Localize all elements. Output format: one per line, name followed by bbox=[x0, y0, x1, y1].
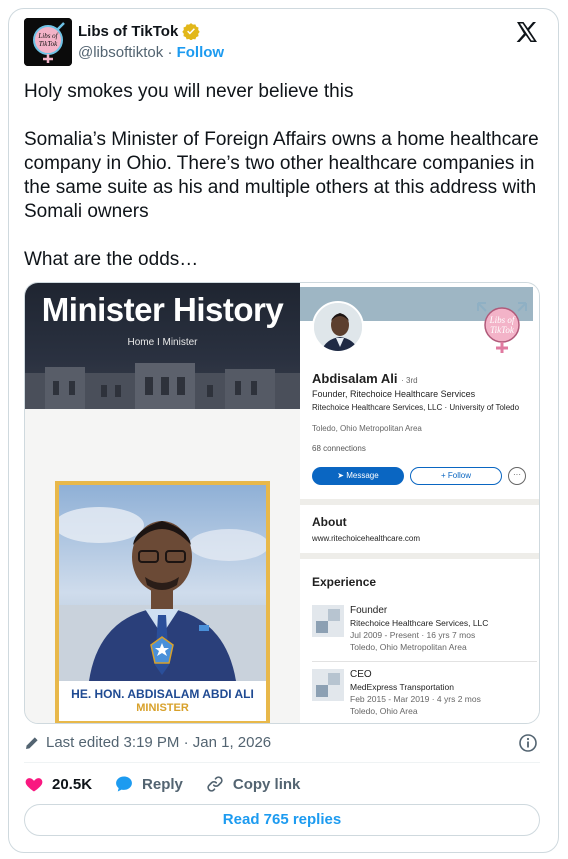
copy-link-button[interactable]: Copy link bbox=[205, 774, 301, 794]
svg-text:TikTok: TikTok bbox=[490, 325, 515, 335]
section-divider bbox=[300, 499, 539, 505]
building-silhouette bbox=[25, 363, 300, 409]
like-count[interactable]: 20.5K bbox=[52, 776, 92, 793]
linkedin-message-button: ➤ Message bbox=[312, 467, 404, 485]
linkedin-location: Toledo, Ohio Metropolitan Area bbox=[312, 424, 422, 433]
tweet-text: Holy smokes you will never believe this … bbox=[24, 80, 544, 272]
experience-location: Toledo, Ohio Area bbox=[350, 706, 418, 716]
author-handle[interactable]: @libsoftiktok bbox=[78, 44, 163, 61]
reply-button[interactable]: Reply bbox=[114, 774, 183, 794]
experience-company: MedExpress Transportation bbox=[350, 682, 454, 692]
author-name-row[interactable]: Libs of TikTok bbox=[78, 22, 200, 40]
read-replies-button[interactable]: Read 765 replies bbox=[24, 804, 540, 836]
linkedin-experience-heading: Experience bbox=[312, 575, 377, 589]
minister-portrait bbox=[59, 485, 266, 681]
linkedin-about-heading: About bbox=[312, 515, 347, 529]
tweet-media-image[interactable]: Minister History Home I Minister HE. HON… bbox=[24, 282, 540, 724]
reply-icon bbox=[116, 776, 132, 792]
verified-icon bbox=[182, 23, 200, 40]
heart-icon bbox=[25, 778, 43, 792]
author-avatar[interactable]: Libs of TikTok bbox=[24, 18, 72, 66]
info-icon[interactable] bbox=[518, 733, 538, 753]
experience-divider bbox=[312, 661, 537, 662]
handle-separator: · bbox=[167, 44, 173, 61]
linkedin-profile-panel: Libs of TikTok Abdisalam Ali · 3rd Found… bbox=[300, 283, 539, 723]
linkedin-about-url: www.ritechoicehealthcare.com bbox=[312, 534, 421, 543]
edited-timestamp[interactable]: Last edited 3:19 PM · Jan 1, 2026 bbox=[24, 734, 271, 751]
minister-page-panel: Minister History Home I Minister HE. HON… bbox=[25, 283, 300, 723]
x-logo-icon[interactable] bbox=[515, 20, 539, 44]
tweet-paragraph: Holy smokes you will never believe this bbox=[24, 81, 354, 102]
company-logo-icon bbox=[312, 605, 344, 637]
reply-label[interactable]: Reply bbox=[142, 776, 183, 793]
linkedin-degree: · 3rd bbox=[401, 376, 418, 385]
minister-caption: HE. HON. ABDISALAM ABDI ALI MINISTER bbox=[59, 681, 266, 721]
follow-button[interactable]: Follow bbox=[177, 44, 225, 61]
experience-dates: Feb 2015 - Mar 2019 · 4 yrs 2 mos bbox=[350, 694, 481, 704]
minister-breadcrumb: Home I Minister bbox=[127, 337, 198, 348]
experience-dates: Jul 2009 - Present · 16 yrs 7 mos bbox=[350, 630, 476, 640]
company-logo-icon bbox=[312, 669, 344, 701]
section-divider bbox=[300, 553, 539, 559]
pencil-icon bbox=[26, 736, 38, 749]
linkedin-more-button: ··· bbox=[508, 467, 526, 485]
like-button[interactable]: 20.5K bbox=[24, 774, 92, 794]
experience-title: Founder bbox=[350, 605, 388, 616]
linkedin-company-line: Ritechoice Healthcare Services, LLC · Un… bbox=[312, 403, 520, 412]
copy-link-label[interactable]: Copy link bbox=[233, 776, 301, 793]
svg-text:TikTok: TikTok bbox=[39, 40, 58, 48]
minister-hero-title: Minister History bbox=[41, 291, 284, 328]
svg-text:Libs of: Libs of bbox=[37, 32, 58, 40]
linkedin-message-label: Message bbox=[346, 471, 379, 480]
experience-item: CEO MedExpress Transportation Feb 2015 -… bbox=[312, 669, 537, 723]
minister-caption-role: MINISTER bbox=[136, 702, 189, 714]
send-icon: ➤ bbox=[337, 471, 347, 480]
experience-location: Toledo, Ohio Metropolitan Area bbox=[350, 642, 467, 652]
author-name[interactable]: Libs of TikTok bbox=[78, 23, 178, 40]
experience-item: Founder Ritechoice Healthcare Services, … bbox=[312, 605, 537, 661]
minister-portrait-frame: HE. HON. ABDISALAM ABDI ALI MINISTER bbox=[55, 481, 270, 723]
linkedin-name: Abdisalam Ali · 3rd bbox=[312, 371, 418, 386]
author-handle-row: @libsoftiktok · Follow bbox=[78, 44, 224, 61]
linkedin-connections: 68 connections bbox=[312, 444, 366, 453]
edited-text[interactable]: Last edited 3:19 PM · Jan 1, 2026 bbox=[46, 734, 271, 751]
libs-of-tiktok-badge: Libs of TikTok bbox=[477, 302, 527, 353]
linkedin-headline: Founder, Ritechoice Healthcare Services bbox=[312, 389, 476, 399]
experience-company: Ritechoice Healthcare Services, LLC bbox=[350, 618, 489, 628]
tweet-paragraph: What are the odds… bbox=[24, 249, 199, 270]
tweet-actions: 20.5K Reply Copy link bbox=[24, 774, 322, 794]
linkedin-follow-button: + Follow bbox=[410, 467, 502, 485]
divider bbox=[24, 762, 540, 763]
minister-caption-name: HE. HON. ABDISALAM ABDI ALI bbox=[71, 687, 254, 701]
tweet-paragraph: Somalia’s Minister of Foreign Affairs ow… bbox=[24, 129, 539, 222]
linkedin-name-text: Abdisalam Ali bbox=[312, 371, 398, 386]
link-icon bbox=[207, 776, 223, 792]
svg-text:Libs of: Libs of bbox=[489, 315, 516, 325]
minister-hero: Minister History Home I Minister bbox=[25, 283, 300, 409]
linkedin-avatar bbox=[312, 301, 364, 353]
experience-title: CEO bbox=[350, 669, 372, 680]
